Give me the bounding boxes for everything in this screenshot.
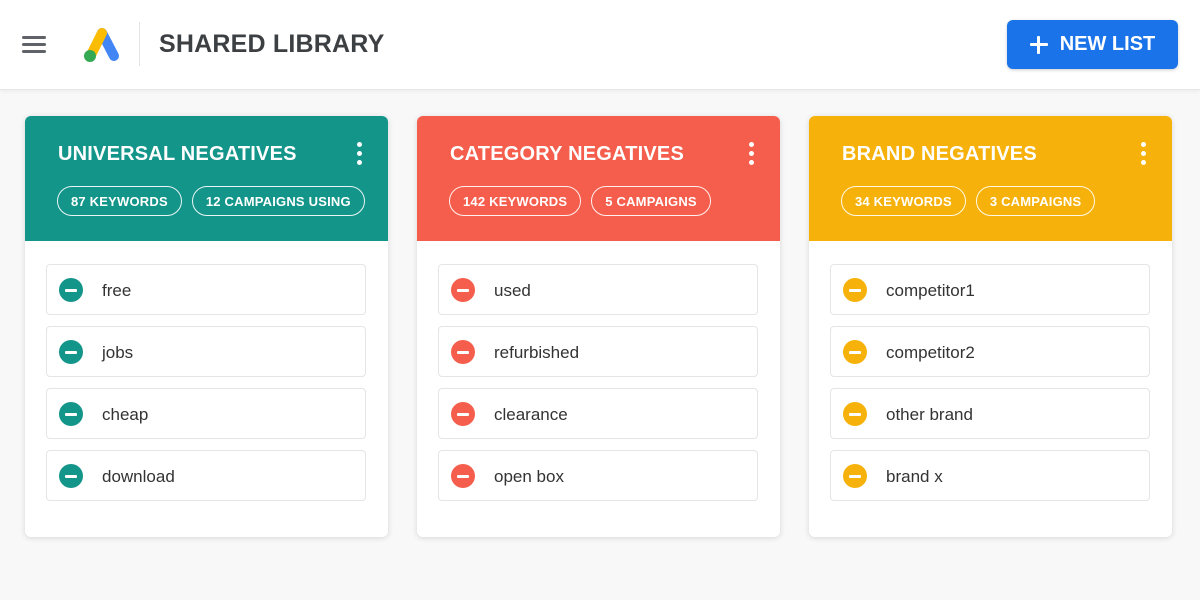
keyword-text: other brand (886, 405, 973, 424)
card-title: UNIVERSAL NEGATIVES (58, 143, 297, 165)
minus-circle-icon[interactable] (59, 464, 83, 488)
keyword-row: cheap (46, 388, 366, 439)
minus-circle-icon[interactable] (451, 340, 475, 364)
keyword-text: competitor2 (886, 343, 975, 362)
keyword-row: clearance (438, 388, 758, 439)
keyword-row: open box (438, 450, 758, 501)
keyword-row: jobs (46, 326, 366, 377)
keyword-list: competitor1 competitor2 other brand bran… (830, 264, 1150, 512)
campaigns-count-badge: 12 CAMPAIGNS USING (191, 186, 365, 216)
minus-circle-icon[interactable] (59, 402, 83, 426)
keyword-list: free jobs cheap download (46, 264, 366, 512)
keyword-list: used refurbished clearance open box (438, 264, 758, 512)
new-list-button[interactable]: NEW LIST (1007, 20, 1178, 69)
keywords-count-badge: 142 KEYWORDS (449, 186, 582, 216)
page-title: SHARED LIBRARY (159, 30, 385, 58)
keyword-row: refurbished (438, 326, 758, 377)
minus-circle-icon[interactable] (451, 402, 475, 426)
keyword-row: competitor2 (830, 326, 1150, 377)
campaigns-count-badge: 5 CAMPAIGNS (591, 186, 711, 216)
minus-circle-icon[interactable] (843, 278, 867, 302)
minus-circle-icon[interactable] (59, 340, 83, 364)
campaigns-count-badge: 3 CAMPAIGNS (975, 186, 1096, 216)
list-card-universal: UNIVERSAL NEGATIVES 87 KEYWORDS 12 CAMPA… (25, 116, 388, 537)
keyword-row: competitor1 (830, 264, 1150, 315)
card-title: CATEGORY NEGATIVES (450, 143, 685, 165)
keyword-row: download (46, 450, 366, 501)
card-title: BRAND NEGATIVES (842, 143, 1037, 165)
minus-circle-icon[interactable] (59, 278, 83, 302)
keyword-text: cheap (102, 405, 149, 424)
keyword-text: free (102, 281, 132, 300)
keyword-text: jobs (102, 343, 134, 362)
keyword-text: used (494, 281, 531, 300)
minus-circle-icon[interactable] (451, 464, 475, 488)
keyword-text: clearance (494, 405, 568, 424)
keyword-text: refurbished (494, 343, 580, 362)
menu-icon[interactable] (20, 32, 48, 56)
keyword-row: free (46, 264, 366, 315)
keyword-text: brand x (886, 467, 943, 486)
minus-circle-icon[interactable] (843, 402, 867, 426)
card-header: UNIVERSAL NEGATIVES 87 KEYWORDS 12 CAMPA… (25, 116, 388, 241)
more-vertical-icon[interactable] (746, 141, 756, 167)
keyword-text: download (102, 467, 175, 486)
keyword-row: used (438, 264, 758, 315)
keywords-count-badge: 87 KEYWORDS (57, 186, 182, 216)
header-divider (139, 22, 140, 66)
minus-circle-icon[interactable] (843, 464, 867, 488)
card-header: BRAND NEGATIVES 34 KEYWORDS 3 CAMPAIGNS (809, 116, 1172, 241)
keywords-count-badge: 34 KEYWORDS (841, 186, 966, 216)
keyword-text: competitor1 (886, 281, 975, 300)
google-ads-logo (84, 28, 119, 62)
more-vertical-icon[interactable] (1138, 141, 1148, 167)
more-vertical-icon[interactable] (354, 141, 364, 167)
minus-circle-icon[interactable] (451, 278, 475, 302)
card-header: CATEGORY NEGATIVES 142 KEYWORDS 5 CAMPAI… (417, 116, 780, 241)
minus-circle-icon[interactable] (843, 340, 867, 364)
top-app-bar: SHARED LIBRARY NEW LIST (0, 0, 1200, 90)
keyword-row: other brand (830, 388, 1150, 439)
new-list-label: NEW LIST (1059, 33, 1156, 55)
plus-icon (1029, 35, 1048, 54)
list-card-category: CATEGORY NEGATIVES 142 KEYWORDS 5 CAMPAI… (417, 116, 780, 537)
list-card-brand: BRAND NEGATIVES 34 KEYWORDS 3 CAMPAIGNS … (809, 116, 1172, 537)
keyword-text: open box (494, 467, 564, 486)
keyword-row: brand x (830, 450, 1150, 501)
